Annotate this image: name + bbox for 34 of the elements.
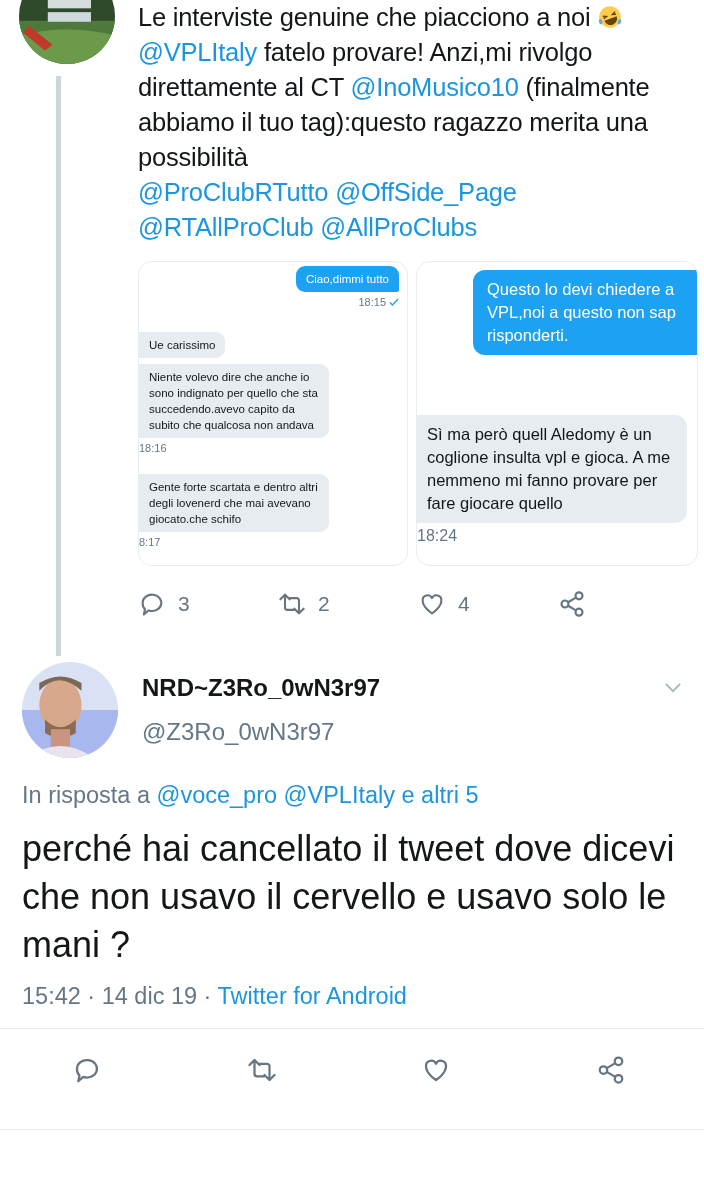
mention-link[interactable]: @RTAllProClub (138, 213, 314, 241)
message-bubble: Gente forte scartata e dentro altri degli lovenerd che mai avevano giocato.che schifo (139, 474, 329, 532)
action-count: 4 (458, 592, 470, 616)
mention-link[interactable]: @OffSide_Page (335, 178, 517, 206)
tweet-text: Le interviste genuine che piacciono a noi @VPLItaly fatelo provare! Anzi,mi rivolgo direttamente al CT @InoMusico10 (finalmente abbiamo il tuo tag):questo ragazzo merita una possibilità @ProClubRTutto @OffSide_Page @RTAllProClub @AllProClubs (138, 2, 651, 243)
message-bubble: Niente volevo dire che anche io sono indignato per quello che sta succedendo.avevo capito da subito che qualcosa non andava (139, 364, 329, 438)
message-bubble: Questo lo devi chiedere a VPL,noi a questo non sap risponderti. (473, 270, 697, 355)
mention-link[interactable]: @VPLItaly (283, 782, 395, 808)
mention-link[interactable]: @voce_pro (156, 782, 278, 808)
user-name[interactable]: NRD~Z3Ro_0wN3r97 (142, 674, 664, 702)
message-time: 8:17 (139, 536, 161, 548)
chat-screenshot[interactable] (138, 261, 408, 566)
action-count: 3 (178, 592, 190, 616)
message-time: 18:16 (139, 442, 167, 454)
chat-screenshot[interactable]: Questo lo devi chiedere a VPL,noi a questo non sap risponderti. Sì ma però quell Aledomy è un coglione insulta vpl e gioca. A me nemmeno mi fanno provare per fare giocare quello 18:24 (416, 261, 698, 566)
message-bubble: Ciao,dimmi tutto (295, 266, 399, 292)
check-icon (389, 297, 399, 307)
mention-link[interactable]: @VPLItaly (138, 38, 258, 66)
mention-link[interactable]: @AllProClubs (320, 213, 477, 241)
laughing-face-icon (597, 4, 624, 30)
mention-link[interactable]: e altri 5 (401, 782, 479, 808)
message-time: 18:15 (358, 296, 386, 308)
message-bubble: Sì ma però quell Aledomy è un coglione insulta vpl e gioca. A me nemmeno mi fanno provare per fare giocare quello (417, 415, 687, 523)
share-icon[interactable] (558, 590, 586, 618)
reply-to-text: In risposta a @voce_pro @VPLItaly e altri 5 (22, 782, 480, 809)
message-time: 18:24 (417, 527, 458, 545)
message-bubble: Ue carissimo (139, 332, 226, 358)
mention-link[interactable]: Twitter for Android (217, 983, 407, 1009)
mention-link[interactable]: @InoMusico10 (350, 73, 519, 101)
action-count: 2 (318, 592, 330, 616)
user-handle[interactable]: @Z3Ro_0wN3r97 (142, 718, 664, 746)
tweet-meta: 15:42 · 14 dic 19 · Twitter for Android (22, 983, 408, 1010)
mention-link[interactable]: @ProClubRTutto (138, 178, 329, 206)
tweet-text: perché hai cancellato il tweet dove dicevi che non usavo il cervello e usavo solo le mani ? (22, 827, 676, 967)
